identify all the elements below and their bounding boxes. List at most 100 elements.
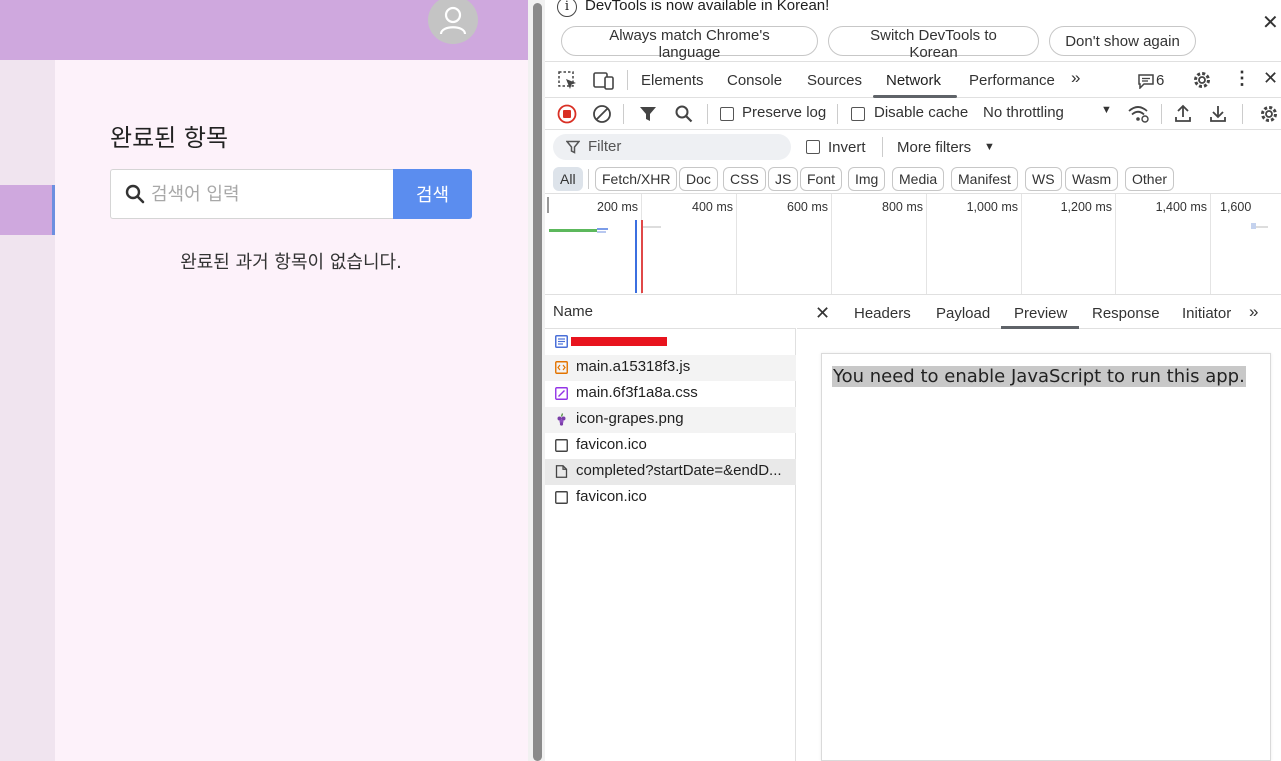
close-detail-icon[interactable]: ✕: [815, 303, 830, 324]
more-tabs-icon[interactable]: »: [1249, 302, 1258, 322]
divider: [1161, 104, 1162, 124]
network-settings-gear-icon[interactable]: [1259, 104, 1279, 124]
timeline-handle[interactable]: [547, 197, 549, 213]
network-conditions-icon[interactable]: [1128, 104, 1150, 124]
search-box: [110, 169, 393, 219]
request-row-selected[interactable]: completed?startDate=&endD...: [545, 459, 796, 485]
app-sidebar: [0, 60, 55, 761]
dont-show-again-button[interactable]: Don't show again: [1049, 26, 1196, 56]
type-filter-all[interactable]: All: [553, 167, 583, 191]
inspect-element-icon[interactable]: [558, 71, 578, 91]
search-input[interactable]: [151, 183, 381, 205]
load-event-marker: [641, 220, 643, 293]
issues-icon[interactable]: [1138, 74, 1154, 89]
name-column-header[interactable]: Name: [545, 295, 796, 329]
tab-initiator[interactable]: Initiator: [1182, 305, 1231, 322]
type-filter-other[interactable]: Other: [1125, 167, 1175, 191]
timeline-gridline: [1115, 194, 1116, 294]
divider: [707, 104, 708, 124]
timeline-tick: 1,200 ms: [1060, 200, 1112, 214]
record-stop-icon[interactable]: [557, 104, 577, 124]
timeline-bar: [643, 226, 661, 228]
type-filter-img[interactable]: Img: [848, 167, 886, 191]
filter-input[interactable]: Filter: [553, 134, 791, 160]
sidebar-item-active[interactable]: [0, 185, 55, 235]
device-toolbar-icon[interactable]: [593, 71, 615, 91]
tab-response[interactable]: Response: [1092, 305, 1160, 322]
file-icon: [555, 439, 568, 452]
request-row[interactable]: [545, 329, 796, 355]
disable-cache-checkbox[interactable]: [851, 107, 865, 121]
tab-elements[interactable]: Elements: [641, 72, 704, 89]
filter-funnel-icon: [566, 140, 580, 154]
download-icon[interactable]: [1209, 104, 1227, 124]
type-filter-wasm[interactable]: Wasm: [1065, 167, 1119, 191]
request-list: Name main.a15318f3.js main.6f3f1a8a.css …: [545, 295, 796, 761]
request-row[interactable]: main.6f3f1a8a.css: [545, 381, 796, 407]
invert-checkbox[interactable]: [806, 140, 820, 154]
redaction-mark: [571, 337, 667, 346]
request-row[interactable]: main.a15318f3.js: [545, 355, 796, 381]
preview-frame: You need to enable JavaScript to run thi…: [821, 353, 1271, 761]
tab-network[interactable]: Network: [886, 72, 941, 89]
scrollbar-thumb[interactable]: [533, 3, 542, 761]
close-icon[interactable]: ✕: [1262, 10, 1279, 35]
dom-content-loaded-marker: [635, 220, 637, 293]
page-title: 완료된 항목: [110, 124, 229, 152]
script-icon: [555, 361, 568, 374]
always-match-language-button[interactable]: Always match Chrome's language: [561, 26, 818, 61]
type-filter-doc[interactable]: Doc: [679, 167, 718, 191]
divider: [588, 169, 589, 189]
tab-payload[interactable]: Payload: [936, 305, 990, 322]
request-name: favicon.ico: [576, 436, 647, 453]
more-tabs-icon[interactable]: »: [1071, 68, 1080, 88]
search-icon: [125, 184, 145, 204]
resource-type-filters: All Fetch/XHR Doc CSS JS Font Img Media …: [545, 164, 1281, 194]
name-header-label: Name: [553, 303, 594, 320]
divider: [882, 137, 883, 157]
timeline-gridline: [736, 194, 737, 294]
tab-preview[interactable]: Preview: [1014, 305, 1067, 322]
tab-performance[interactable]: Performance: [969, 72, 1055, 89]
type-filter-font[interactable]: Font: [800, 167, 843, 191]
filter-icon[interactable]: [639, 105, 657, 123]
request-row[interactable]: icon-grapes.png: [545, 407, 796, 433]
divider: [627, 70, 628, 90]
throttling-select[interactable]: No throttling: [983, 104, 1064, 121]
invert-label: Invert: [828, 139, 866, 156]
request-row[interactable]: favicon.ico: [545, 485, 796, 511]
type-filter-css[interactable]: CSS: [723, 167, 766, 191]
timeline-gridline: [1210, 194, 1211, 294]
preview-text[interactable]: You need to enable JavaScript to run thi…: [832, 366, 1246, 387]
request-detail-pane: ✕ Headers Payload Preview Response Initi…: [797, 295, 1281, 761]
type-filter-ws[interactable]: WS: [1025, 167, 1062, 191]
chevron-down-icon[interactable]: ▼: [984, 141, 995, 153]
type-filter-js[interactable]: JS: [768, 167, 799, 191]
preserve-log-checkbox[interactable]: [720, 107, 734, 121]
tab-sources[interactable]: Sources: [807, 72, 862, 89]
type-filter-manifest[interactable]: Manifest: [951, 167, 1018, 191]
tab-console[interactable]: Console: [727, 72, 782, 89]
infobar-message: DevTools is now available in Korean!: [585, 0, 830, 14]
more-filters-dropdown[interactable]: More filters: [897, 139, 971, 156]
search-button[interactable]: 검색: [393, 169, 472, 219]
type-filter-media[interactable]: Media: [892, 167, 945, 191]
devtools-tabbar: Elements Console Sources Network Perform…: [545, 62, 1281, 98]
clear-icon[interactable]: [592, 104, 612, 124]
request-row[interactable]: favicon.ico: [545, 433, 796, 459]
switch-to-korean-button[interactable]: Switch DevTools to Korean: [828, 26, 1039, 61]
tab-headers[interactable]: Headers: [854, 305, 911, 322]
network-overview-timeline[interactable]: 200 ms 400 ms 600 ms 800 ms 1,000 ms 1,2…: [545, 194, 1281, 295]
issues-count[interactable]: 6: [1156, 72, 1164, 89]
more-options-icon[interactable]: ⋮: [1233, 68, 1251, 89]
settings-gear-icon[interactable]: [1192, 70, 1212, 90]
app-header: [0, 0, 528, 60]
upload-icon[interactable]: [1174, 104, 1192, 124]
request-name: main.a15318f3.js: [576, 358, 691, 375]
divider: [1242, 104, 1243, 124]
chevron-down-icon[interactable]: ▼: [1101, 104, 1112, 116]
avatar[interactable]: [428, 0, 478, 44]
type-filter-fetch-xhr[interactable]: Fetch/XHR: [595, 167, 678, 191]
close-devtools-icon[interactable]: ✕: [1263, 68, 1278, 89]
search-icon[interactable]: [674, 104, 694, 124]
